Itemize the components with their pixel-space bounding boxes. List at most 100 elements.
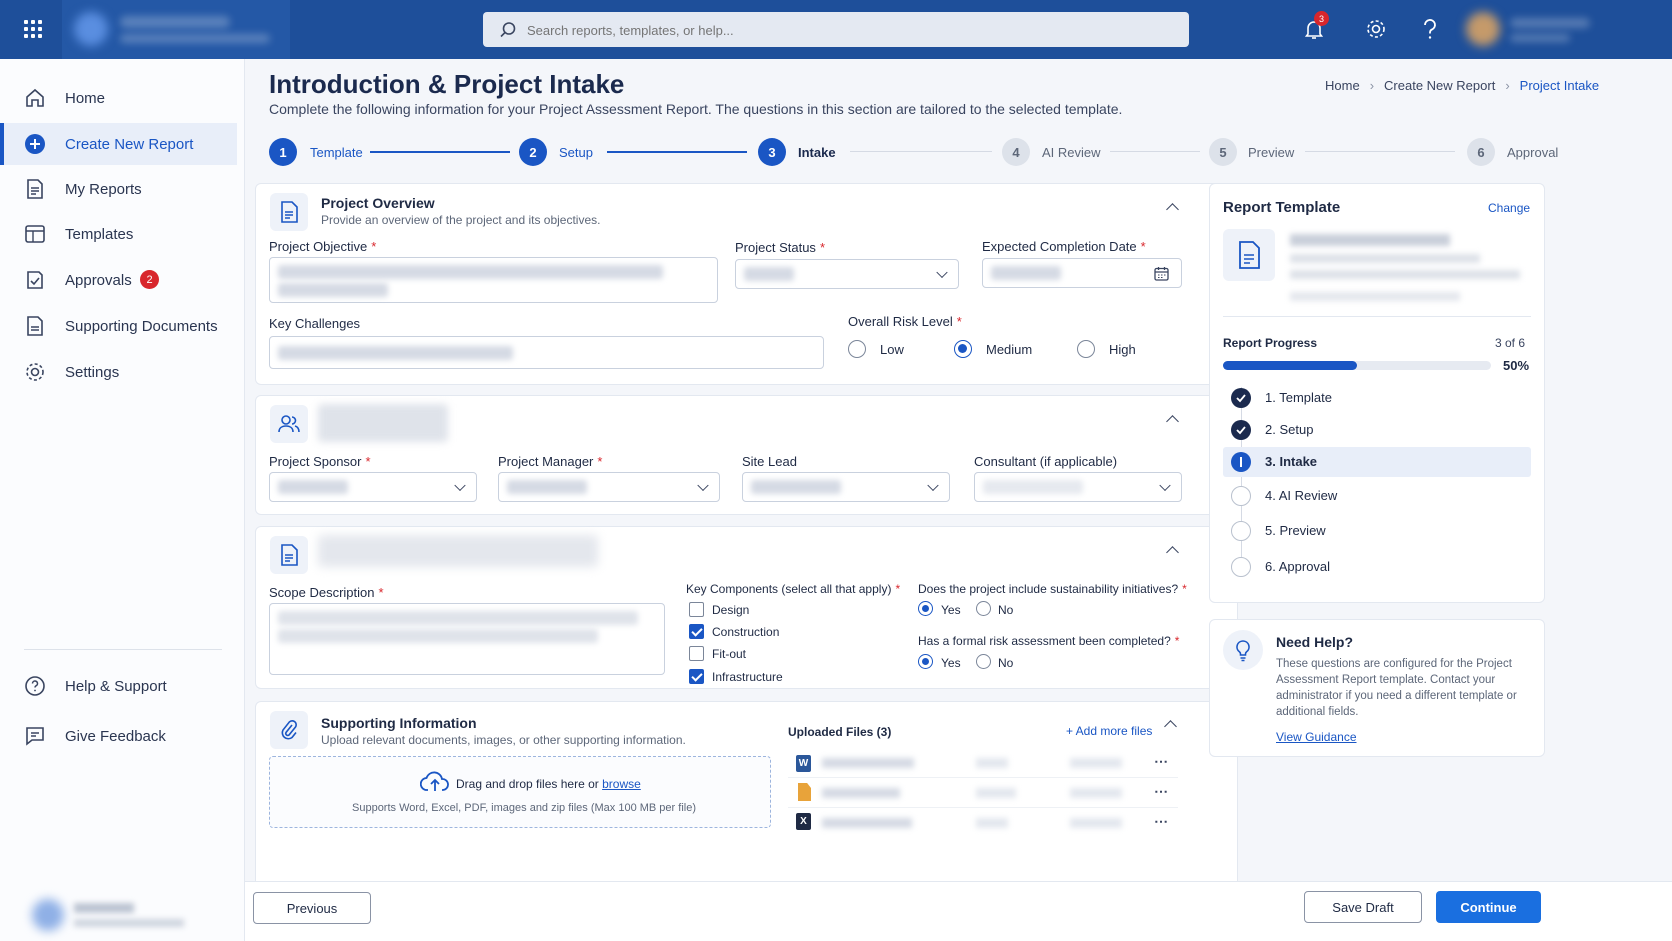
yes-label: Yes — [941, 656, 961, 670]
design-checkbox[interactable] — [689, 602, 704, 617]
change-template-link[interactable]: Change — [1488, 201, 1530, 215]
step-5-circle[interactable]: 5 — [1209, 138, 1237, 166]
project-overview-card: Project Overview Provide an overview of … — [255, 183, 1238, 385]
step-1-label: Template — [310, 145, 363, 160]
document-icon — [270, 536, 308, 574]
sidebar-item-templates[interactable]: Templates — [0, 213, 237, 255]
progress-count: 3 of 6 — [1495, 336, 1526, 350]
fit-out-checkbox[interactable] — [689, 646, 704, 661]
progress-step-1[interactable]: 1. Template — [1210, 383, 1532, 413]
sidebar-item-help-support[interactable]: Help & Support — [0, 665, 237, 707]
more-options-icon[interactable]: ⋯ — [1154, 753, 1168, 770]
step-2-circle[interactable]: 2 — [519, 138, 547, 166]
key-challenges-field[interactable] — [269, 336, 824, 369]
file-row[interactable]: X ⋯ — [788, 808, 1178, 838]
footer-bar: Previous Save Draft Continue — [245, 881, 1672, 941]
risk-assessment-question: Has a formal risk assessment been comple… — [918, 634, 1180, 648]
file-row[interactable]: W ⋯ — [788, 748, 1178, 778]
users-icon — [270, 405, 308, 443]
document-icon — [27, 179, 43, 199]
consultant-label: Consultant (if applicable) — [974, 454, 1118, 469]
step-3-label: Intake — [798, 145, 836, 160]
more-options-icon[interactable]: ⋯ — [1154, 783, 1168, 800]
apps-grid-icon[interactable] — [24, 20, 42, 38]
sustainability-yes-radio[interactable] — [918, 601, 933, 616]
save-draft-button[interactable]: Save Draft — [1304, 891, 1422, 923]
step-3-circle[interactable]: 3 — [758, 138, 786, 166]
risk-assessment-yes-radio[interactable] — [918, 654, 933, 669]
gear-icon[interactable] — [1365, 18, 1387, 40]
consultant-select[interactable] — [974, 472, 1182, 502]
sidebar-item-label: Help & Support — [65, 677, 167, 695]
help-icon[interactable] — [1420, 18, 1440, 40]
panel-title: Report Template — [1223, 199, 1341, 216]
collapse-icon[interactable] — [1166, 203, 1179, 216]
infrastructure-checkbox[interactable] — [689, 669, 704, 684]
design-label: Design — [712, 603, 750, 617]
check-circle-icon — [1231, 388, 1251, 408]
user-profile[interactable] — [1462, 10, 1600, 48]
continue-button[interactable]: Continue — [1436, 891, 1541, 923]
step-5-label: Preview — [1248, 145, 1295, 160]
collapse-icon[interactable] — [1166, 546, 1179, 559]
collapse-icon[interactable] — [1166, 415, 1179, 428]
progress-step-3[interactable]: 3. Intake — [1223, 447, 1531, 477]
progress-step-6[interactable]: 6. Approval — [1210, 552, 1532, 582]
risk-medium-radio[interactable] — [954, 340, 972, 358]
cloud-upload-icon — [420, 771, 449, 791]
calendar-icon[interactable] — [1154, 266, 1169, 281]
sidebar-item-supporting-documents[interactable]: Supporting Documents — [0, 305, 237, 347]
sidebar-item-my-reports[interactable]: My Reports — [0, 168, 237, 210]
step-6-circle[interactable]: 6 — [1467, 138, 1495, 166]
risk-low-radio[interactable] — [848, 340, 866, 358]
search-bar[interactable] — [483, 12, 1189, 47]
sidebar-item-home[interactable]: Home — [0, 77, 237, 119]
notifications-button[interactable]: 3 — [1302, 11, 1329, 41]
current-step-icon — [1231, 452, 1251, 472]
project-manager-select[interactable] — [498, 472, 720, 502]
key-challenges-label: Key Challenges — [269, 316, 361, 331]
site-lead-select[interactable] — [742, 472, 950, 502]
gear-icon — [26, 363, 44, 381]
sustainability-no-radio[interactable] — [976, 601, 991, 616]
risk-assessment-no-radio[interactable] — [976, 654, 991, 669]
scope-description-field[interactable] — [269, 603, 665, 675]
construction-checkbox[interactable] — [689, 624, 704, 639]
file-dropzone[interactable]: Drag and drop files here or browse Suppo… — [269, 756, 771, 828]
top-bar: 3 — [0, 0, 1672, 59]
sidebar-item-create-new-report[interactable]: Create New Report — [0, 123, 237, 165]
sidebar-item-settings[interactable]: Settings — [0, 351, 237, 393]
more-options-icon[interactable]: ⋯ — [1154, 813, 1168, 830]
expected-date-field[interactable] — [982, 258, 1182, 288]
sidebar-item-give-feedback[interactable]: Give Feedback — [0, 715, 237, 757]
app-logo — [62, 0, 290, 59]
sidebar-item-approvals[interactable]: Approvals 2 — [0, 259, 237, 301]
project-sponsor-select[interactable] — [269, 472, 477, 502]
progress-track — [1223, 361, 1491, 370]
previous-button[interactable]: Previous — [253, 892, 371, 924]
breadcrumb-current: Project Intake — [1519, 78, 1600, 93]
add-more-files-link[interactable]: + Add more files — [1066, 724, 1152, 738]
project-status-select[interactable] — [735, 259, 959, 289]
breadcrumb-create[interactable]: Create New Report — [1384, 78, 1495, 93]
step-connector — [607, 151, 747, 153]
progress-step-2[interactable]: 2. Setup — [1210, 415, 1532, 445]
breadcrumb-home[interactable]: Home — [1325, 78, 1360, 93]
chevron-right-icon: › — [1369, 78, 1375, 93]
project-sponsor-label: Project Sponsor * — [269, 454, 371, 469]
progress-step-4[interactable]: 4. AI Review — [1210, 481, 1532, 511]
progress-step-5[interactable]: 5. Preview — [1210, 516, 1532, 546]
browse-link[interactable]: browse — [602, 777, 641, 791]
project-objective-field[interactable] — [269, 257, 718, 303]
risk-high-label: High — [1109, 342, 1136, 357]
site-lead-label: Site Lead — [742, 454, 797, 469]
no-label: No — [998, 656, 1014, 670]
step-1-circle[interactable]: 1 — [269, 138, 297, 166]
file-row[interactable]: ⋯ — [788, 778, 1178, 808]
risk-high-radio[interactable] — [1077, 340, 1095, 358]
view-guidance-link[interactable]: View Guidance — [1276, 730, 1357, 744]
step-connector — [850, 151, 992, 152]
yes-label: Yes — [941, 603, 961, 617]
search-input[interactable] — [527, 19, 1167, 41]
step-4-circle[interactable]: 4 — [1002, 138, 1030, 166]
